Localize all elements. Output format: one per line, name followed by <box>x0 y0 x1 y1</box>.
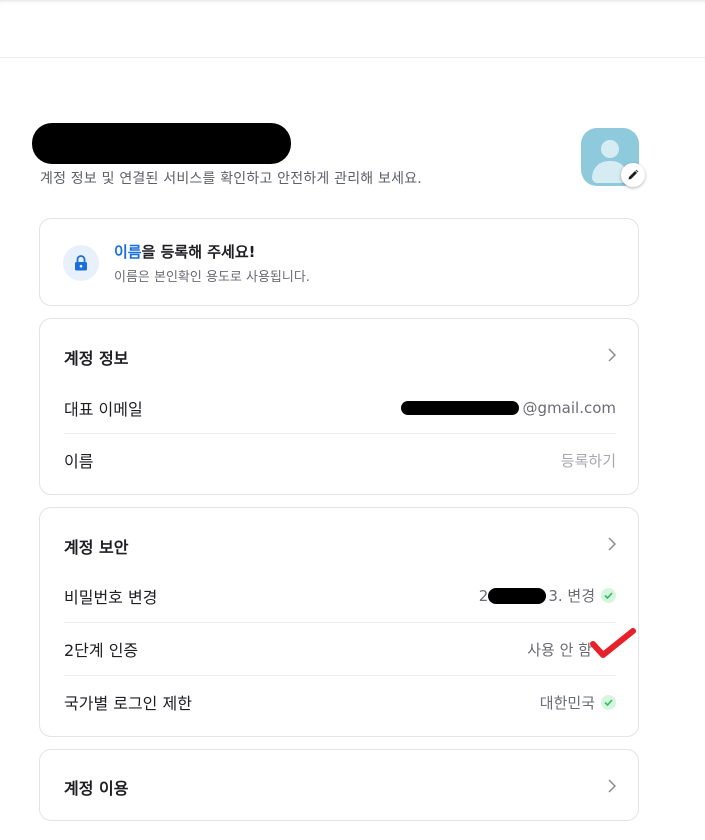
two-factor-row[interactable]: 2단계 인증 사용 안 함 <box>64 622 616 675</box>
account-usage-title: 계정 이용 <box>64 779 129 798</box>
top-bar <box>0 0 705 58</box>
name-row[interactable]: 이름 등록하기 <box>64 433 616 486</box>
redacted-email-user <box>400 400 519 415</box>
default-avatar-icon <box>601 140 619 158</box>
name-label: 이름 <box>64 452 94 471</box>
two-factor-value: 사용 안 함 <box>527 640 592 659</box>
password-change-value: 2 3. 변경 <box>479 585 616 606</box>
country-login-value: 대한민국 <box>540 692 616 713</box>
email-row[interactable]: 대표 이메일 @gmail.com <box>64 381 616 434</box>
password-change-label: 비밀번호 변경 <box>64 587 158 607</box>
chevron-right-icon <box>608 779 616 793</box>
account-info-card: 계정 정보 대표 이메일 @gmail.com 이름 등록하기 <box>39 318 639 495</box>
register-name-link[interactable]: 등록하기 <box>561 450 616 471</box>
check-circle-icon <box>601 694 616 710</box>
lock-icon <box>75 255 87 271</box>
email-label: 대표 이메일 <box>64 399 143 419</box>
account-security-card: 계정 보안 비밀번호 변경 2 3. 변경 2단계 인증 사용 안 함 국가별 … <box>39 507 639 737</box>
page-subtitle: 계정 정보 및 연결된 서비스를 확인하고 안전하게 관리해 보세요. <box>40 171 422 187</box>
check-circle-icon <box>601 588 616 603</box>
password-change-row[interactable]: 비밀번호 변경 2 3. 변경 <box>64 569 616 622</box>
register-name-notice[interactable]: 이름을 등록해 주세요! 이름은 본인확인 용도로 사용됩니다. <box>39 218 639 306</box>
email-value: @gmail.com <box>400 399 616 417</box>
annotation-checkmark-icon <box>590 628 636 658</box>
redacted-date <box>488 587 547 604</box>
account-usage-card[interactable]: 계정 이용 <box>39 749 639 821</box>
two-factor-label: 2단계 인증 <box>64 641 139 660</box>
edit-profile-button[interactable] <box>621 163 645 187</box>
lock-badge <box>63 245 99 281</box>
notice-subtitle: 이름은 본인확인 용도로 사용됩니다. <box>114 270 310 285</box>
chevron-right-icon[interactable] <box>608 537 616 551</box>
country-login-label: 국가별 로그인 제한 <box>64 694 192 713</box>
chevron-right-icon[interactable] <box>608 348 616 362</box>
edit-pencil-icon <box>628 169 639 180</box>
notice-title: 이름을 등록해 주세요! <box>114 243 256 261</box>
country-login-row[interactable]: 국가별 로그인 제한 대한민국 <box>64 675 616 728</box>
account-security-title[interactable]: 계정 보안 <box>64 534 128 558</box>
account-info-title[interactable]: 계정 정보 <box>64 345 128 369</box>
redacted-page-title <box>32 123 291 164</box>
